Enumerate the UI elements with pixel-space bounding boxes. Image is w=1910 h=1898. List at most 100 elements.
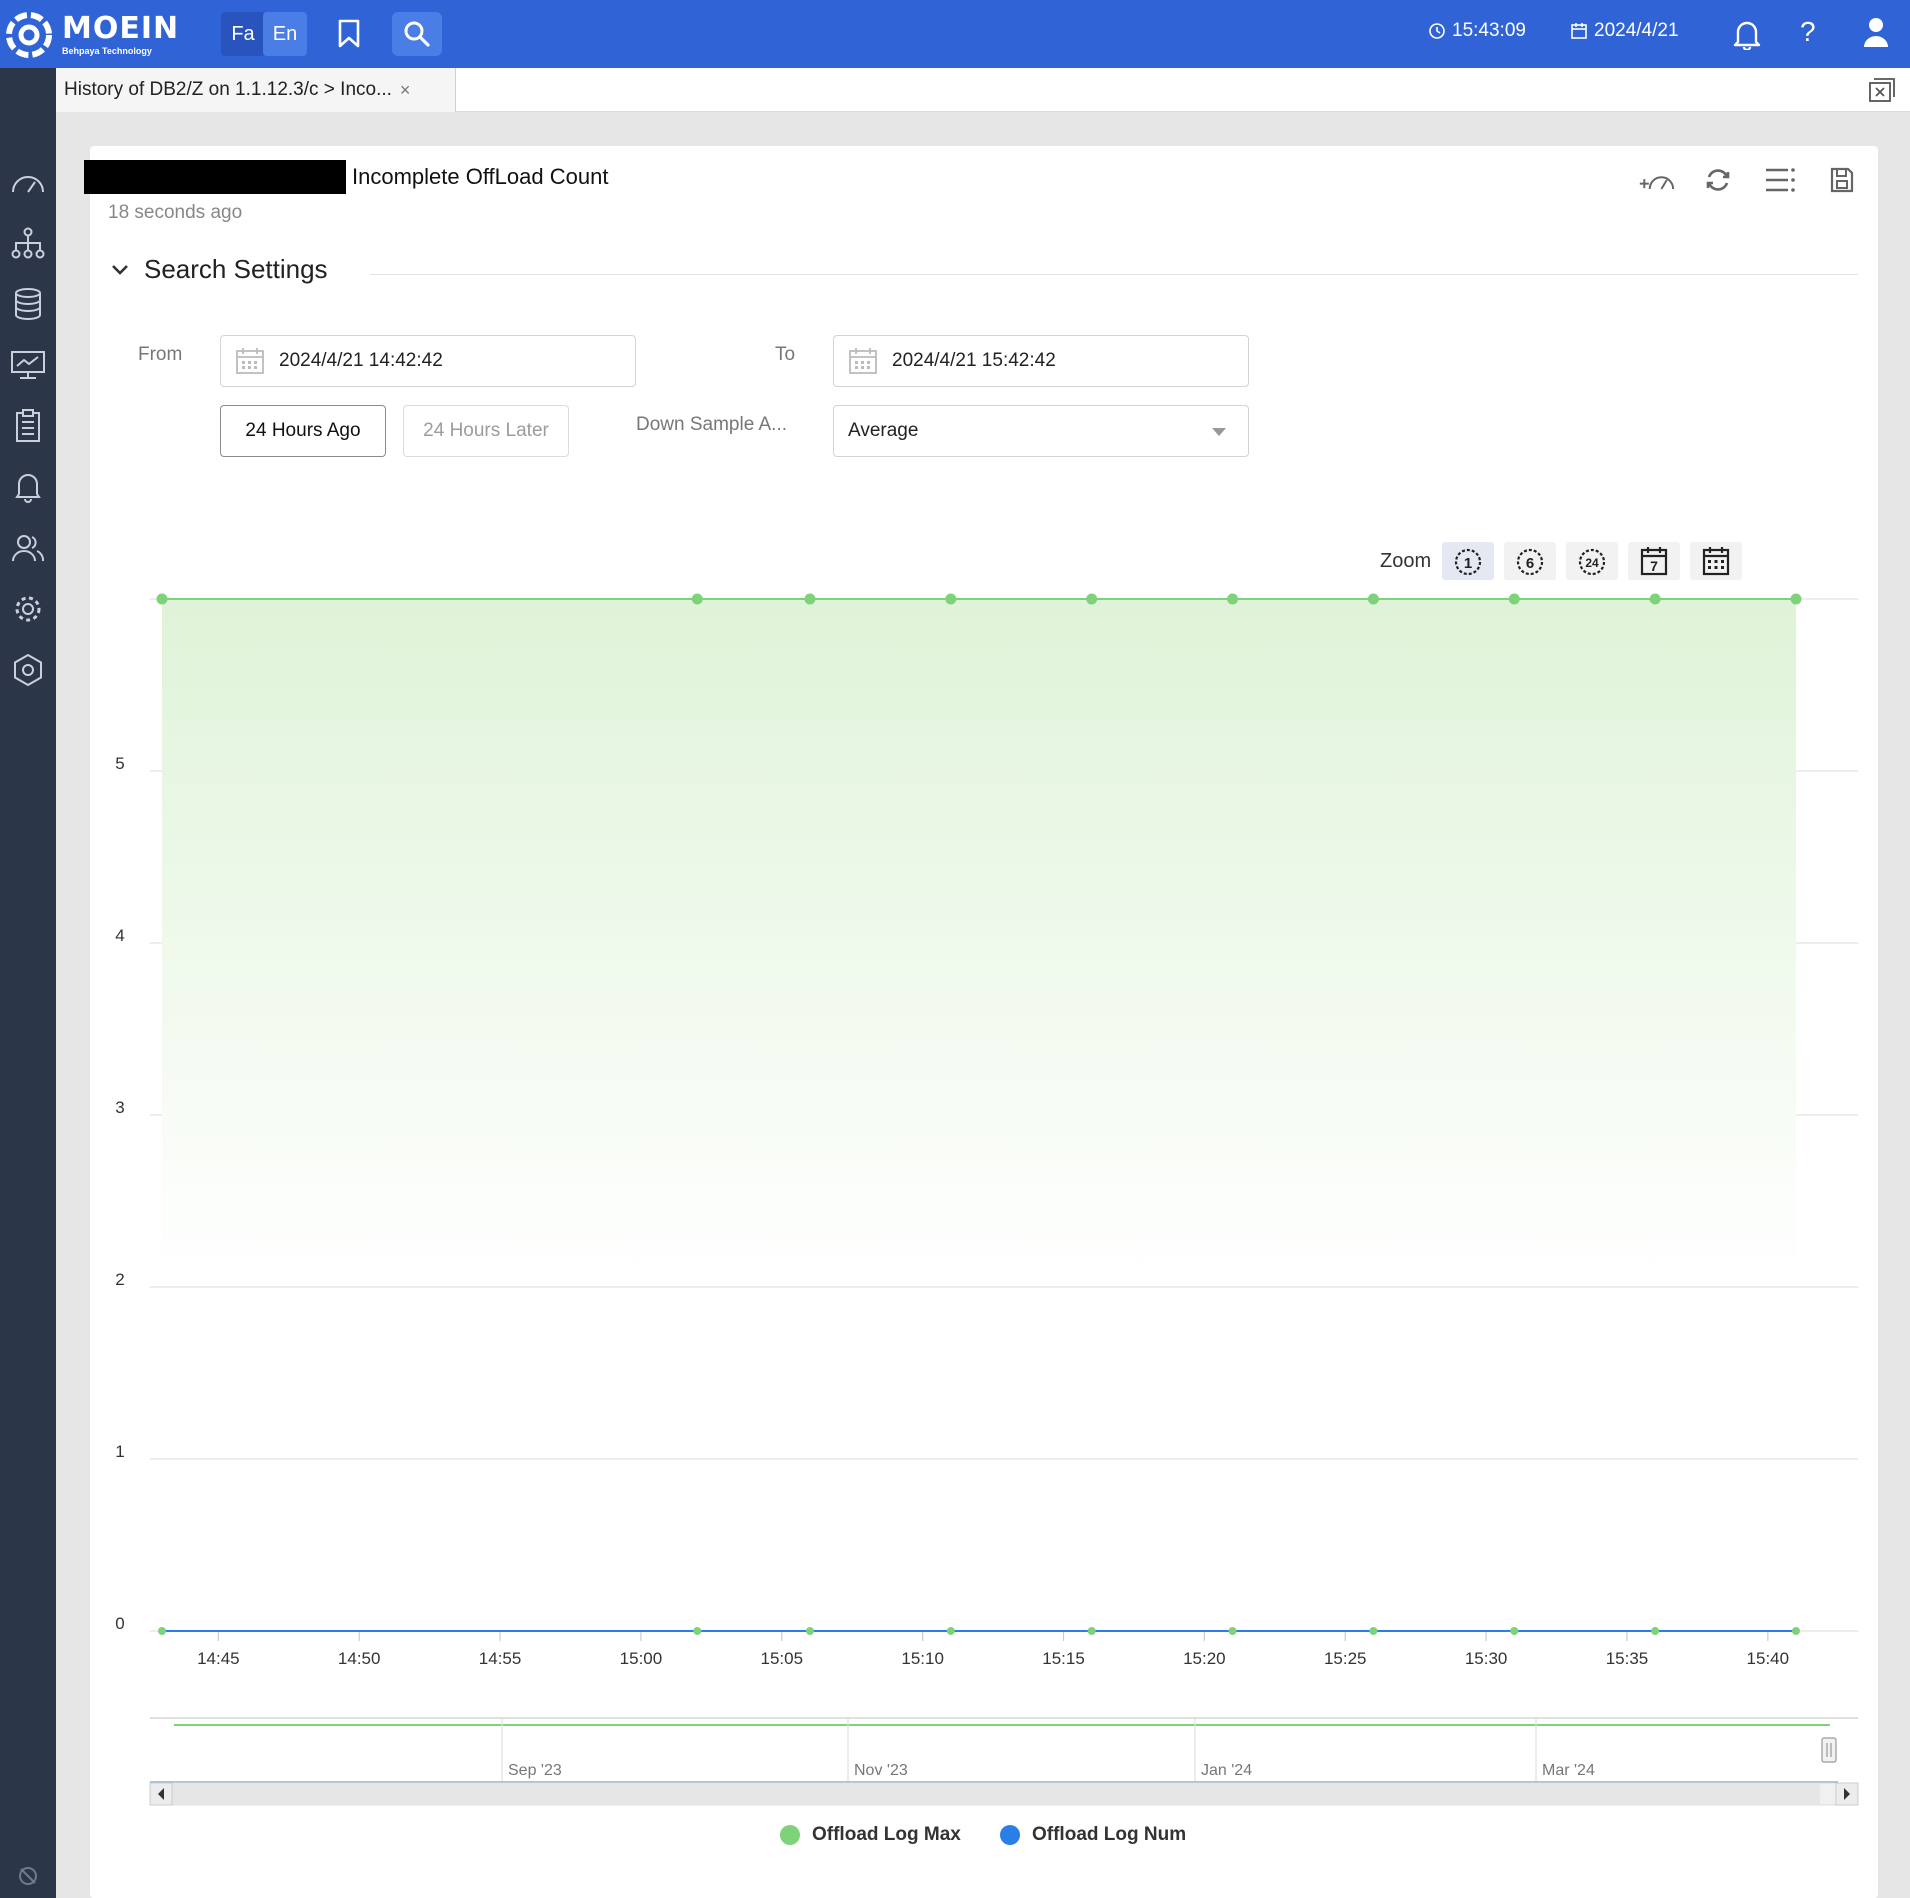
- legend-item-offload-log-max[interactable]: Offload Log Max: [780, 1824, 961, 1846]
- point-offload-log-max: [1790, 593, 1802, 605]
- navigator-handle: [1821, 1737, 1837, 1763]
- point-offload-log-num: [693, 1627, 702, 1635]
- sidebar-collapse-button[interactable]: [8, 1856, 48, 1896]
- legend-label: Offload Log Num: [1032, 1824, 1187, 1845]
- point-offload-log-num: [946, 1627, 955, 1635]
- bell-icon: [1733, 21, 1761, 50]
- eye-slash-icon: [19, 1867, 37, 1885]
- bookmark-button[interactable]: [324, 12, 374, 56]
- x-tick-label: 15:25: [1324, 1649, 1367, 1668]
- y-tick-label: 5: [115, 754, 124, 773]
- point-offload-log-num: [805, 1627, 814, 1635]
- sidebar-item-settings[interactable]: [8, 589, 48, 629]
- lang-fa-button[interactable]: Fa: [221, 12, 265, 56]
- legend-dot-green: [780, 1825, 800, 1845]
- area-offload-log-max: [162, 599, 1796, 1281]
- point-offload-log-num: [158, 1627, 166, 1635]
- point-offload-log-max: [691, 593, 703, 605]
- x-tick-label: 15:20: [1183, 1649, 1226, 1668]
- x-tick-label: 15:00: [620, 1649, 663, 1668]
- x-tick-label: 14:55: [479, 1649, 522, 1668]
- date-display: 2024/4/21: [1570, 20, 1679, 42]
- sidebar-item-about[interactable]: [8, 650, 48, 690]
- scrollbar-thumb: [172, 1784, 1820, 1804]
- user-menu-button[interactable]: [1862, 16, 1890, 48]
- point-offload-log-max: [156, 593, 168, 605]
- point-offload-log-num: [1369, 1627, 1378, 1635]
- moein-logo-icon: [14, 653, 42, 687]
- x-tick-label: 15:35: [1606, 1649, 1649, 1668]
- navigator-label: Jan '24: [1201, 1762, 1252, 1779]
- point-offload-log-max: [1367, 593, 1379, 605]
- help-button[interactable]: ?: [1800, 16, 1816, 48]
- sidebar-item-alerts[interactable]: [8, 467, 48, 507]
- point-offload-log-max: [1649, 593, 1661, 605]
- point-offload-log-max: [945, 593, 957, 605]
- history-chart[interactable]: 0 1 2 3 4 5 14:45 14:50 14:55 15:00 15:05 15:10 15:1…: [90, 146, 1878, 1806]
- point-offload-log-max: [1508, 593, 1520, 605]
- search-button[interactable]: [392, 12, 442, 56]
- y-tick-label: 0: [115, 1614, 124, 1633]
- point-offload-log-num: [1651, 1627, 1660, 1635]
- current-time: 15:43:09: [1452, 20, 1526, 41]
- clock-icon: [1429, 23, 1445, 39]
- legend-dot-blue: [1000, 1825, 1020, 1845]
- x-tick-label: 14:45: [197, 1649, 240, 1668]
- close-all-tabs-button[interactable]: [1868, 77, 1896, 103]
- history-card: Incomplete OffLoad Count 18 seconds ago …: [84, 146, 1878, 1898]
- navigator-label: Mar '24: [1542, 1762, 1595, 1779]
- user-icon: [1864, 18, 1888, 47]
- tab-close-icon[interactable]: ×: [400, 80, 411, 101]
- sidebar-item-monitor[interactable]: [8, 345, 48, 385]
- brand-name: MOEIN: [62, 11, 180, 46]
- current-date: 2024/4/21: [1594, 20, 1679, 41]
- y-tick-label: 1: [115, 1442, 124, 1461]
- calendar-icon: [1571, 23, 1587, 39]
- hierarchy-icon: [11, 227, 45, 259]
- speedometer-icon: [12, 176, 44, 193]
- sidebar-item-reports[interactable]: [8, 406, 48, 446]
- tab-history[interactable]: History of DB2/Z on 1.1.12.3/c > Inco...…: [56, 68, 456, 112]
- navigator-label: Sep '23: [508, 1762, 562, 1779]
- point-offload-log-num: [1510, 1627, 1519, 1635]
- point-offload-log-max: [1227, 593, 1239, 605]
- moein-logo-icon: [6, 12, 52, 58]
- gear-icon: [15, 596, 41, 622]
- logo[interactable]: MOEIN Behpaya Technology: [4, 10, 179, 60]
- bookmark-icon: [338, 19, 360, 48]
- monitor-chart-icon: [11, 351, 45, 379]
- point-offload-log-num: [1228, 1627, 1237, 1635]
- point-offload-log-num: [1087, 1627, 1096, 1635]
- notifications-button[interactable]: [1732, 18, 1762, 50]
- point-offload-log-max: [804, 593, 816, 605]
- tab-label: History of DB2/Z on 1.1.12.3/c > Inco...: [64, 79, 392, 100]
- sidebar-item-topology[interactable]: [8, 223, 48, 263]
- database-icon: [15, 288, 41, 320]
- point-offload-log-max: [1086, 593, 1098, 605]
- x-tick-label: 15:10: [901, 1649, 944, 1668]
- users-icon: [12, 535, 45, 562]
- navigator-label: Nov '23: [854, 1762, 908, 1779]
- y-tick-label: 4: [115, 926, 124, 945]
- close-window-icon: [1869, 78, 1895, 102]
- y-tick-label: 2: [115, 1270, 124, 1289]
- clipboard-icon: [16, 409, 40, 442]
- clock: 15:43:09: [1428, 20, 1526, 42]
- legend-item-offload-log-num[interactable]: Offload Log Num: [1000, 1824, 1186, 1846]
- search-icon: [404, 21, 430, 47]
- brand-subtitle: Behpaya Technology: [62, 46, 152, 56]
- lang-en-button[interactable]: En: [263, 12, 307, 56]
- tab-strip: History of DB2/Z on 1.1.12.3/c > Inco...…: [56, 68, 1910, 112]
- top-bar: MOEIN Behpaya Technology Fa En 15:43:09 …: [0, 0, 1910, 68]
- x-tick-label: 14:50: [338, 1649, 381, 1668]
- x-tick-label: 15:05: [761, 1649, 804, 1668]
- x-tick-label: 15:15: [1042, 1649, 1085, 1668]
- bell-icon: [15, 474, 41, 503]
- sidebar-item-users[interactable]: [8, 528, 48, 568]
- sidebar: [0, 68, 56, 1898]
- sidebar-item-dashboard[interactable]: [8, 162, 48, 202]
- y-tick-label: 3: [115, 1098, 124, 1117]
- legend-label: Offload Log Max: [812, 1824, 961, 1845]
- sidebar-item-database[interactable]: [8, 284, 48, 324]
- x-tick-label: 15:30: [1465, 1649, 1508, 1668]
